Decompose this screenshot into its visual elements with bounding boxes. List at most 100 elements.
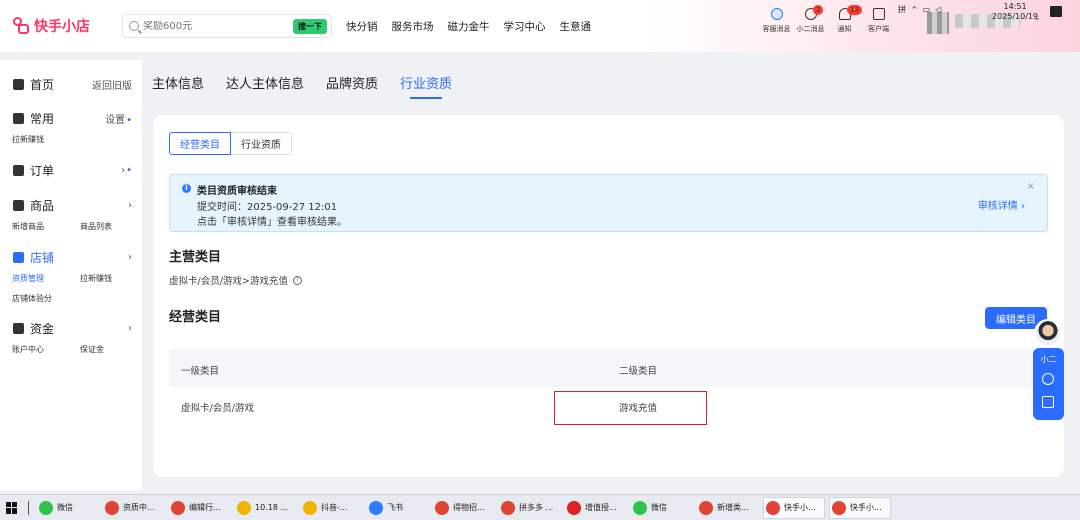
app-icon bbox=[237, 500, 251, 515]
star-icon bbox=[13, 112, 24, 124]
page-tabs: 主体信息 达人主体信息 品牌资质 行业资质 bbox=[152, 73, 474, 99]
taskbar-app[interactable]: 增值授... bbox=[565, 497, 627, 519]
tab-subject-info[interactable]: 主体信息 bbox=[152, 73, 204, 92]
taskbar-app[interactable]: 编辑行... bbox=[169, 497, 231, 519]
taskbar-app[interactable]: 快手小... bbox=[829, 496, 891, 519]
taskbar-app[interactable]: 10.18 ... bbox=[235, 497, 297, 519]
taskbar-app[interactable]: 拼多多 ... bbox=[499, 497, 561, 519]
windows-taskbar: 微信 资质中... 编辑行... 10.18 ... 抖音-... 飞书 得物招... 拼多多… bbox=[0, 494, 1080, 520]
top-nav: 快分销 服务市场 磁力金牛 学习中心 生意通 bbox=[346, 19, 605, 34]
assistant-widget[interactable]: 小二 bbox=[1033, 318, 1064, 420]
chevron-right-icon: › bbox=[128, 322, 132, 334]
top-nav-item[interactable]: 生意通 bbox=[560, 19, 592, 34]
review-details-link[interactable]: 审核详情 › bbox=[978, 197, 1025, 212]
home-icon bbox=[13, 78, 24, 90]
main-category-heading: 主营类目 bbox=[169, 250, 222, 265]
sub-tabs: 经营类目 行业资质 bbox=[169, 132, 292, 155]
sidebar-item-funds[interactable]: 资金 › bbox=[0, 317, 142, 339]
taskbar-app[interactable]: 快手小... bbox=[763, 496, 825, 519]
unread-badge: 2 bbox=[813, 5, 824, 15]
return-old-version-link[interactable]: 返回旧版 bbox=[92, 77, 132, 92]
tab-industry-qualification[interactable]: 行业资质 bbox=[400, 73, 452, 99]
search-box[interactable]: 搜一下 bbox=[122, 14, 332, 38]
assistant-avatar[interactable] bbox=[1034, 319, 1062, 347]
chevron-right-icon: › bbox=[121, 165, 132, 176]
client-app-button[interactable]: 客户端 bbox=[862, 8, 895, 34]
sidebar-sub-item[interactable]: 商品列表 bbox=[80, 221, 112, 232]
top-nav-item[interactable]: 学习中心 bbox=[504, 19, 546, 34]
sidebar-sub-item[interactable]: 账户中心 bbox=[12, 344, 44, 355]
app-label: 编辑行... bbox=[189, 503, 221, 512]
user-avatar[interactable] bbox=[927, 12, 949, 34]
app-icon bbox=[369, 500, 383, 515]
headset-icon[interactable] bbox=[1042, 373, 1054, 385]
tab-creator-subject-info[interactable]: 达人主体信息 bbox=[226, 73, 304, 92]
customer-message-button[interactable]: 客服消息 bbox=[760, 8, 793, 34]
staff-message-button[interactable]: 2 小二消息 bbox=[794, 5, 827, 34]
taskbar-app[interactable]: 抖音-... bbox=[301, 497, 363, 519]
app-icon bbox=[832, 500, 846, 515]
search-icon bbox=[129, 21, 139, 31]
notification-button[interactable]: 13 通知 bbox=[828, 5, 862, 34]
search-input[interactable] bbox=[143, 20, 293, 32]
chat-icon[interactable] bbox=[1042, 396, 1054, 408]
taskbar-app[interactable]: 资质中... bbox=[103, 497, 165, 519]
chevron-up-icon[interactable]: ^ bbox=[911, 5, 918, 14]
logo[interactable]: 快手小店 bbox=[12, 16, 108, 36]
app-icon bbox=[633, 500, 647, 515]
sidebar-sub-item[interactable]: 拉新赚钱 bbox=[12, 134, 44, 145]
taskbar-app[interactable]: 飞书 bbox=[367, 497, 429, 519]
help-icon[interactable]: ? bbox=[292, 275, 302, 285]
sidebar-sub-row: 店铺体验分 bbox=[0, 288, 142, 308]
sidebar-item-products[interactable]: 商品 › bbox=[0, 194, 142, 216]
store-icon bbox=[13, 251, 24, 263]
settings-link[interactable]: 设置 bbox=[105, 111, 132, 126]
top-nav-item[interactable]: 快分销 bbox=[346, 19, 378, 34]
search-button[interactable]: 搜一下 bbox=[293, 18, 327, 34]
sidebar-item-orders[interactable]: 订单 › bbox=[0, 159, 142, 181]
sidebar-sub-item[interactable]: 拉新赚钱 bbox=[80, 273, 112, 284]
taskbar-app[interactable]: 微信 bbox=[37, 497, 99, 519]
sidebar-item-home[interactable]: 首页 返回旧版 bbox=[0, 73, 142, 95]
app-label: 拼多多 ... bbox=[519, 503, 554, 512]
taskbar-app[interactable]: 新增类... bbox=[697, 497, 759, 519]
taskbar-clock[interactable]: 14:51 2025/10/19 bbox=[992, 2, 1038, 22]
review-notice: i 类目资质审核结束 提交时间：2025-09-27 12:01 点击「审核详情… bbox=[169, 174, 1048, 232]
notification-badge: 13 bbox=[847, 5, 862, 15]
app-label: 快手小... bbox=[850, 503, 882, 512]
robot-icon bbox=[770, 8, 783, 20]
taskbar-app[interactable]: 得物招... bbox=[433, 497, 495, 519]
wallet-icon bbox=[13, 322, 24, 334]
volume-icon[interactable]: ◁ bbox=[935, 5, 941, 14]
close-icon[interactable]: × bbox=[1027, 181, 1035, 192]
subtab-industry-qualification[interactable]: 行业资质 bbox=[231, 132, 292, 155]
app-label: 快手小... bbox=[784, 503, 816, 512]
app-label: 10.18 ... bbox=[255, 503, 289, 512]
chevron-right-icon: › bbox=[128, 199, 132, 211]
app-icon bbox=[171, 500, 185, 515]
windows-start-icon[interactable] bbox=[6, 501, 18, 514]
taskbar-app[interactable]: 微信 bbox=[631, 497, 693, 519]
assistant-label[interactable]: 小二 bbox=[1033, 354, 1064, 365]
app-label: 新增类... bbox=[717, 503, 749, 512]
top-nav-item[interactable]: 服务市场 bbox=[392, 19, 434, 34]
app-label: 抖音-... bbox=[321, 503, 348, 512]
sidebar-item-common[interactable]: 常用 设置 bbox=[0, 107, 142, 129]
monitor-icon bbox=[872, 8, 885, 20]
top-nav-item[interactable]: 磁力金牛 bbox=[448, 19, 490, 34]
notice-tip: 点击「审核详情」查看审核结果。 bbox=[197, 217, 347, 228]
tab-brand-qualification[interactable]: 品牌资质 bbox=[326, 73, 378, 92]
assistant-panel: 小二 bbox=[1033, 348, 1064, 420]
top-right-actions: 客服消息 2 小二消息 13 通知 客户端 bbox=[760, 5, 896, 34]
sidebar-item-store[interactable]: 店铺 › bbox=[0, 246, 142, 268]
sidebar-sub-item[interactable]: 新增商品 bbox=[12, 221, 44, 232]
notification-center-icon[interactable] bbox=[1050, 6, 1062, 17]
app-icon bbox=[501, 500, 515, 515]
network-icon[interactable]: ▭ bbox=[923, 5, 931, 14]
subtab-business-category[interactable]: 经营类目 bbox=[169, 132, 231, 155]
sidebar-sub-item[interactable]: 店铺体验分 bbox=[12, 293, 52, 304]
system-tray: 拼 ^ ▭ ◁ bbox=[898, 4, 946, 15]
sidebar-sub-item-qualification[interactable]: 资质管理 bbox=[12, 273, 44, 284]
sidebar-sub-item[interactable]: 保证金 bbox=[80, 344, 104, 355]
ime-indicator[interactable]: 拼 bbox=[898, 4, 906, 15]
